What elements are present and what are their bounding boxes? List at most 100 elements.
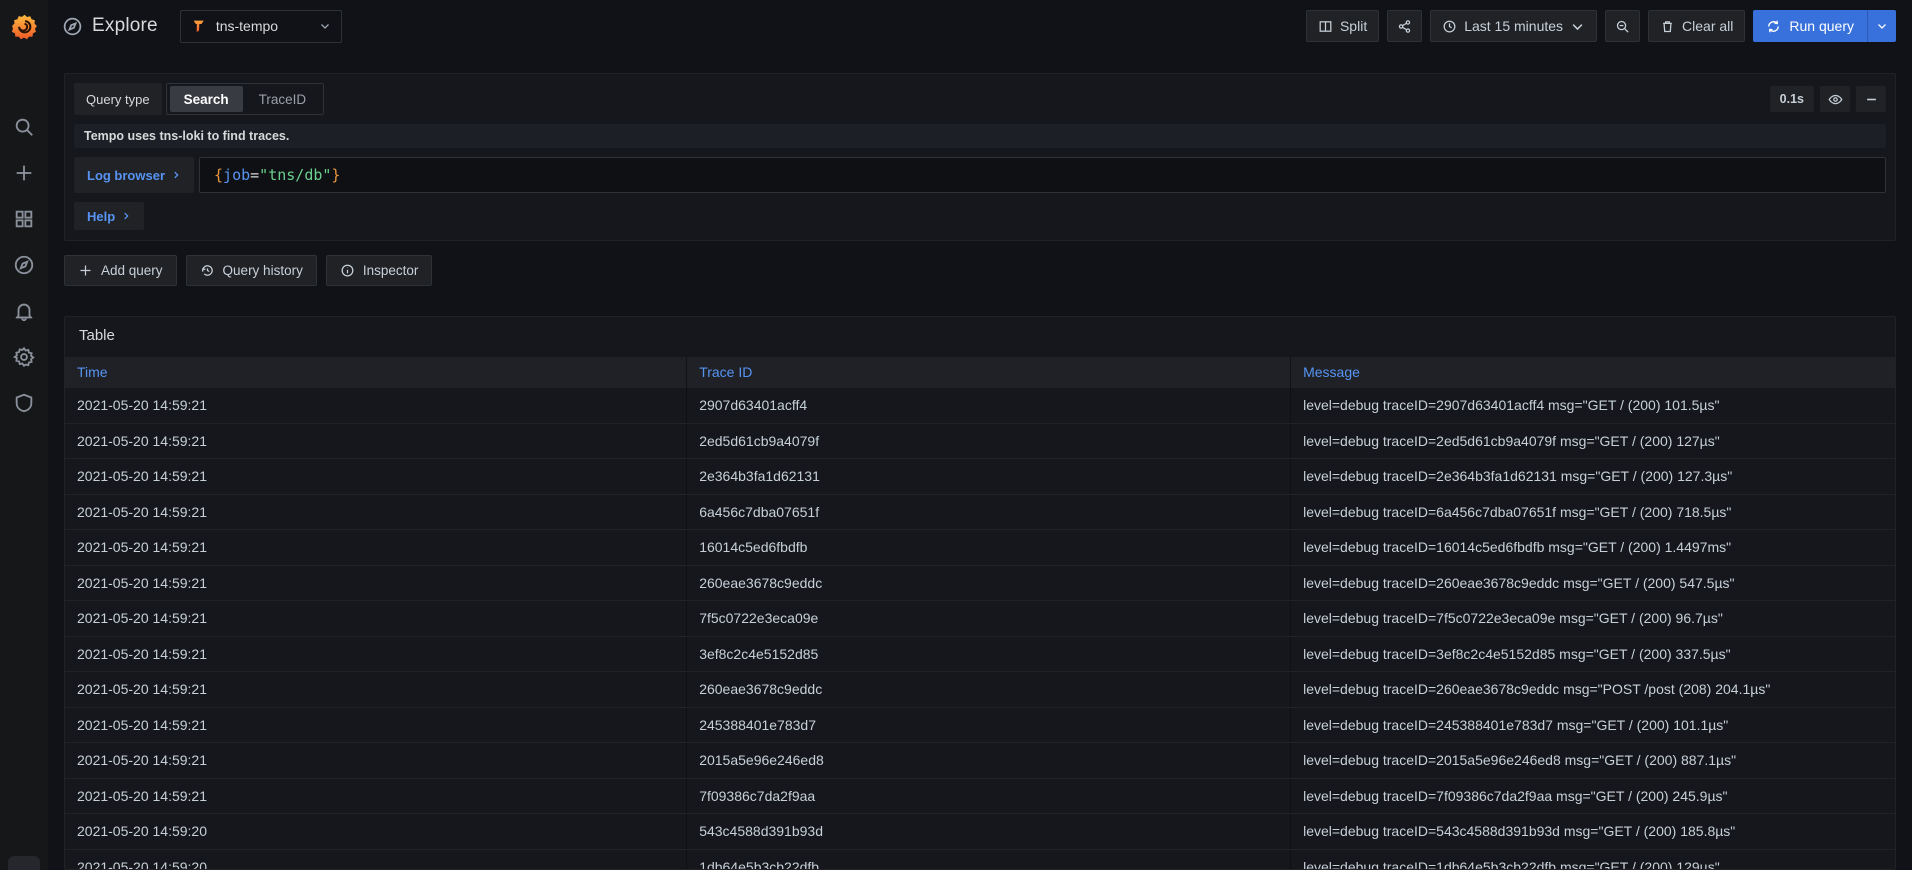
table-cell: 3ef8c2c4e5152d85 bbox=[687, 637, 1291, 672]
table-cell: 543c4588d391b93d bbox=[687, 814, 1291, 849]
remove-query-button[interactable] bbox=[1856, 86, 1886, 112]
table-row: 2021-05-20 14:59:21260eae3678c9eddclevel… bbox=[65, 566, 1895, 602]
plus-icon[interactable] bbox=[13, 162, 35, 184]
run-query-dropdown[interactable] bbox=[1867, 10, 1896, 42]
table-cell: level=debug traceID=260eae3678c9eddc msg… bbox=[1291, 566, 1895, 601]
share-button[interactable] bbox=[1387, 10, 1422, 42]
explore-content: Query type Search TraceID 0.1s bbox=[48, 52, 1912, 870]
inspector-button[interactable]: Inspector bbox=[326, 255, 433, 286]
query-row: Log browser {job="tns/db"} bbox=[74, 157, 1886, 193]
hide-query-button[interactable] bbox=[1820, 86, 1850, 112]
sidebar-bottom-item[interactable] bbox=[8, 856, 40, 870]
table-cell: level=debug traceID=543c4588d391b93d msg… bbox=[1291, 814, 1895, 849]
table-cell: 2021-05-20 14:59:21 bbox=[65, 779, 687, 814]
table-cell: level=debug traceID=2907d63401acff4 msg=… bbox=[1291, 388, 1895, 423]
table-cell: 2021-05-20 14:59:21 bbox=[65, 388, 687, 423]
table-cell: 1db64e5b3cb22dfb bbox=[687, 850, 1291, 870]
query-history-button[interactable]: Query history bbox=[186, 255, 317, 286]
table-cell: 2021-05-20 14:59:21 bbox=[65, 530, 687, 565]
query-token: job bbox=[223, 166, 250, 184]
datasource-picker[interactable]: tns-tempo bbox=[180, 10, 342, 43]
table-cell: level=debug traceID=3ef8c2c4e5152d85 msg… bbox=[1291, 637, 1895, 672]
column-header-message[interactable]: Message bbox=[1291, 357, 1895, 388]
table-cell: level=debug traceID=7f5c0722e3eca09e msg… bbox=[1291, 601, 1895, 636]
table-row: 2021-05-20 14:59:2116014c5ed6fbdfblevel=… bbox=[65, 530, 1895, 566]
main-area: Explore tns-tempo Split bbox=[48, 0, 1912, 870]
table-row: 2021-05-20 14:59:212ed5d61cb9a4079flevel… bbox=[65, 424, 1895, 460]
table-panel: Table Time Trace ID Message 2021-05-20 1… bbox=[64, 316, 1896, 870]
table-cell: 2021-05-20 14:59:21 bbox=[65, 637, 687, 672]
table-cell: 2021-05-20 14:59:21 bbox=[65, 424, 687, 459]
search-icon[interactable] bbox=[13, 116, 35, 138]
table-cell: 2021-05-20 14:59:20 bbox=[65, 814, 687, 849]
page-title: Explore bbox=[92, 15, 158, 37]
explore-compass-icon bbox=[62, 16, 83, 37]
configuration-gear-icon[interactable] bbox=[13, 346, 35, 368]
table-cell: 2021-05-20 14:59:21 bbox=[65, 495, 687, 530]
toolbar-actions: Split Last 15 minutes Clear all bbox=[1306, 10, 1896, 42]
table-cell: level=debug traceID=2e364b3fa1d62131 msg… bbox=[1291, 459, 1895, 494]
table-row: 2021-05-20 14:59:217f5c0722e3eca09elevel… bbox=[65, 601, 1895, 637]
table-cell: 16014c5ed6fbdfb bbox=[687, 530, 1291, 565]
query-row-actions: 0.1s bbox=[1770, 86, 1886, 112]
alerting-bell-icon[interactable] bbox=[13, 300, 35, 322]
table-row: 2021-05-20 14:59:217f09386c7da2f9aalevel… bbox=[65, 779, 1895, 815]
explore-compass-icon[interactable] bbox=[13, 254, 35, 276]
table-cell: 245388401e783d7 bbox=[687, 708, 1291, 743]
chevron-right-icon bbox=[121, 211, 131, 221]
app-root: Explore tns-tempo Split bbox=[0, 0, 1912, 870]
query-token: { bbox=[214, 166, 223, 184]
eye-icon bbox=[1828, 92, 1843, 107]
zoom-out-button[interactable] bbox=[1605, 10, 1640, 42]
table-cell: level=debug traceID=1db64e5b3cb22dfb msg… bbox=[1291, 850, 1895, 870]
table-cell: level=debug traceID=2ed5d61cb9a4079f msg… bbox=[1291, 424, 1895, 459]
table-cell: 260eae3678c9eddc bbox=[687, 672, 1291, 707]
history-icon bbox=[200, 263, 215, 278]
column-header-time[interactable]: Time bbox=[65, 357, 687, 388]
column-header-traceid[interactable]: Trace ID bbox=[687, 357, 1291, 388]
table-cell: 2021-05-20 14:59:21 bbox=[65, 708, 687, 743]
datasource-name: tns-tempo bbox=[216, 18, 310, 34]
table-cell: level=debug traceID=245388401e783d7 msg=… bbox=[1291, 708, 1895, 743]
chevron-down-icon bbox=[1570, 19, 1585, 34]
explore-header: Explore bbox=[62, 15, 158, 37]
table-cell: level=debug traceID=6a456c7dba07651f msg… bbox=[1291, 495, 1895, 530]
table-cell: level=debug traceID=16014c5ed6fbdfb msg=… bbox=[1291, 530, 1895, 565]
table-cell: 2021-05-20 14:59:21 bbox=[65, 459, 687, 494]
table-cell: 7f5c0722e3eca09e bbox=[687, 601, 1291, 636]
run-query-button[interactable]: Run query bbox=[1753, 10, 1896, 42]
grafana-logo[interactable] bbox=[0, 0, 48, 52]
log-browser-button[interactable]: Log browser bbox=[74, 157, 194, 193]
table-cell: 6a456c7dba07651f bbox=[687, 495, 1291, 530]
query-type-row: Query type Search TraceID 0.1s bbox=[74, 83, 1886, 115]
split-button[interactable]: Split bbox=[1306, 10, 1379, 42]
tab-search[interactable]: Search bbox=[170, 86, 243, 112]
table-cell: 260eae3678c9eddc bbox=[687, 566, 1291, 601]
add-query-button[interactable]: Add query bbox=[64, 255, 177, 286]
query-input-field[interactable]: {job="tns/db"} bbox=[199, 157, 1886, 193]
table-cell: 7f09386c7da2f9aa bbox=[687, 779, 1291, 814]
help-button[interactable]: Help bbox=[74, 202, 144, 230]
table-cell: 2021-05-20 14:59:21 bbox=[65, 601, 687, 636]
tab-traceid[interactable]: TraceID bbox=[245, 86, 321, 112]
table-row: 2021-05-20 14:59:21260eae3678c9eddclevel… bbox=[65, 672, 1895, 708]
dashboards-icon[interactable] bbox=[13, 208, 35, 230]
table-cell: 2015a5e96e246ed8 bbox=[687, 743, 1291, 778]
sync-icon bbox=[1766, 19, 1781, 34]
table-cell: 2ed5d61cb9a4079f bbox=[687, 424, 1291, 459]
table-header-row: Time Trace ID Message bbox=[65, 357, 1895, 388]
time-range-picker[interactable]: Last 15 minutes bbox=[1430, 10, 1597, 42]
table-row: 2021-05-20 14:59:212e364b3fa1d62131level… bbox=[65, 459, 1895, 495]
table-row: 2021-05-20 14:59:216a456c7dba07651flevel… bbox=[65, 495, 1895, 531]
query-token: = bbox=[250, 166, 259, 184]
table-cell: 2021-05-20 14:59:21 bbox=[65, 566, 687, 601]
table-cell: level=debug traceID=2015a5e96e246ed8 msg… bbox=[1291, 743, 1895, 778]
secondary-actions: Add query Query history Inspector bbox=[64, 255, 1896, 286]
sidebar bbox=[0, 0, 48, 870]
panel-title[interactable]: Table bbox=[65, 317, 1895, 353]
share-icon bbox=[1397, 19, 1412, 34]
info-circle-icon bbox=[340, 263, 355, 278]
server-admin-shield-icon[interactable] bbox=[13, 392, 35, 414]
clear-all-button[interactable]: Clear all bbox=[1648, 10, 1745, 42]
chevron-down-icon bbox=[1876, 20, 1888, 32]
